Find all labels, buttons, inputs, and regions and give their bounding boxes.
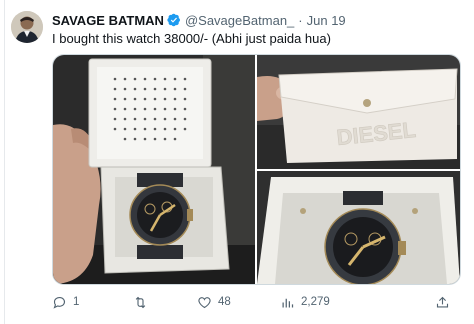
timeline-thread-rule [4, 0, 5, 324]
like-button[interactable]: 48 [197, 293, 231, 311]
media-photo-watch-box[interactable] [53, 55, 255, 284]
views-button[interactable]: 2,279 [280, 293, 330, 311]
reply-button[interactable]: 1 [52, 293, 79, 311]
verified-badge-icon [167, 13, 180, 27]
heart-icon [198, 296, 211, 308]
retweet-icon [135, 296, 146, 308]
tweet-date[interactable]: Jun 19 [307, 13, 346, 28]
tweet-actions: 1 48 2,279 [52, 293, 461, 311]
media-grid: DIESEL [52, 54, 461, 285]
avatar-photo [11, 11, 43, 43]
header-separator: · [298, 12, 303, 28]
author-name[interactable]: SAVAGE BATMAN [52, 13, 164, 28]
views-chart-icon [282, 298, 294, 307]
share-button[interactable] [435, 293, 450, 311]
media-photo-watch-closeup[interactable] [257, 171, 460, 284]
like-count: 48 [218, 296, 231, 308]
reply-icon [53, 296, 66, 309]
media-photo-diesel-pouch[interactable]: DIESEL [257, 55, 460, 169]
reply-count: 1 [73, 296, 80, 308]
tweet-header: SAVAGE BATMAN @SavageBatman_ · Jun 19 [52, 12, 346, 28]
share-icon [436, 296, 449, 307]
author-handle[interactable]: @SavageBatman_ [185, 13, 294, 28]
avatar[interactable] [11, 11, 43, 43]
views-count: 2,279 [301, 296, 330, 308]
tweet-text: I bought this watch 38000/- (Abhi just p… [52, 31, 331, 46]
retweet-button[interactable] [133, 293, 154, 311]
